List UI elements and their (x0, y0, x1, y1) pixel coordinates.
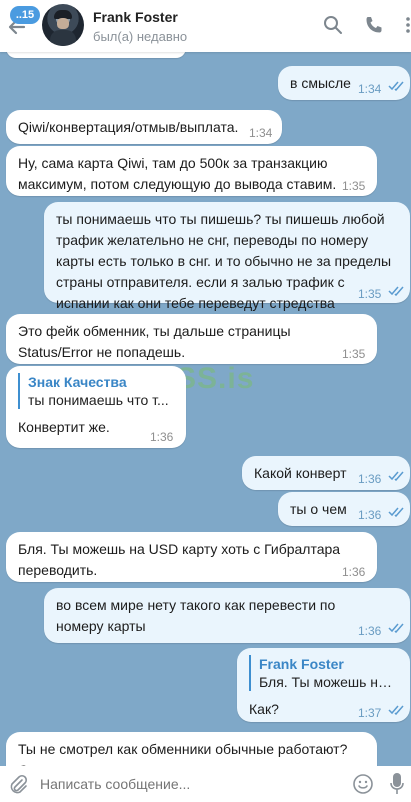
message-bubble[interactable]: в смысле 1:34 (278, 66, 410, 100)
reply-quote[interactable]: Frank Foster Бля. Ты можешь на U... (249, 655, 398, 691)
chat-header: ..15 Frank Foster был(а) недавно (0, 0, 411, 52)
message-bubble[interactable]: Это фейк обменник, ты дальше страницы St… (6, 314, 377, 364)
message-bubble[interactable]: Бля. Ты можешь на USD карту хоть с Гибра… (6, 532, 377, 582)
message-time: 1:36 (358, 472, 382, 486)
double-check-icon (388, 471, 404, 481)
message-bubble[interactable]: Qiwi/конвертация/отмыв/выплата. 1:34 (6, 110, 282, 144)
message-time: 1:35 (342, 347, 366, 361)
message-input[interactable] (40, 772, 310, 796)
message-bubble[interactable]: ты понимаешь что ты пишешь? ты пишешь лю… (44, 202, 410, 311)
message-bubble[interactable]: во всем мире нету такого как перевести п… (44, 588, 410, 643)
message-text: Ты не смотрел как обменники обычные рабо… (18, 741, 367, 766)
double-check-icon (388, 81, 404, 91)
reply-author: Знак Качества (28, 374, 127, 390)
message-bubble[interactable]: Знак Качества ты понимаешь что т... Конв… (6, 366, 186, 448)
message-text: Ну, сама карта Qiwi, там до 500к за тран… (18, 155, 337, 192)
message-time: 1:34 (358, 82, 382, 96)
message-text: во всем мире нету такого как перевести п… (56, 597, 336, 634)
reply-text: ты понимаешь что т... (28, 392, 169, 408)
message-time: 1:36 (150, 430, 174, 444)
message-text: ты понимаешь что ты пишешь? ты пишешь лю… (56, 211, 392, 311)
message-text: Бля. Ты можешь на USD карту хоть с Гибра… (18, 541, 341, 578)
double-check-icon (388, 623, 404, 633)
reply-quote[interactable]: Знак Качества ты понимаешь что т... (18, 373, 174, 409)
message-time: 1:35 (342, 179, 366, 193)
search-icon[interactable] (323, 15, 343, 35)
unread-badge: ..15 (10, 6, 40, 24)
message-composer (0, 766, 411, 802)
avatar[interactable] (42, 4, 84, 46)
reply-author: Frank Foster (259, 656, 344, 672)
reply-text: Бля. Ты можешь на U... (259, 674, 398, 690)
message-text: Это фейк обменник, ты дальше страницы St… (18, 323, 291, 360)
message-bubble[interactable]: Frank Foster Бля. Ты можешь на U... Как?… (237, 648, 410, 722)
message-time: 1:34 (249, 126, 273, 140)
message-bubble[interactable]: ты о чем 1:36 (278, 492, 410, 526)
emoji-icon[interactable] (352, 773, 374, 795)
message-bubble-partial[interactable] (6, 52, 186, 58)
message-time: 1:37 (358, 706, 382, 720)
double-check-icon (388, 286, 404, 296)
mic-icon[interactable] (390, 772, 404, 796)
message-text: в смысле (290, 75, 351, 91)
message-text: ты о чем (290, 501, 347, 517)
message-time: 1:35 (358, 287, 382, 301)
message-time: 1:36 (358, 624, 382, 638)
double-check-icon (388, 705, 404, 715)
double-check-icon (388, 507, 404, 517)
message-bubble[interactable]: Ну, сама карта Qiwi, там до 500к за тран… (6, 146, 377, 196)
message-time: 1:36 (342, 565, 366, 579)
phone-icon[interactable] (364, 15, 384, 35)
more-icon[interactable] (398, 15, 411, 35)
attach-icon[interactable] (8, 774, 28, 794)
contact-name[interactable]: Frank Foster (93, 9, 178, 25)
message-time: 1:36 (358, 508, 382, 522)
message-bubble[interactable]: Какой конверт 1:36 (242, 456, 410, 490)
message-list[interactable]: XSS.is в смысле 1:34 Qiwi/конвертация/от… (0, 52, 411, 766)
contact-status: был(а) недавно (93, 29, 188, 44)
message-text: Qiwi/конвертация/отмыв/выплата. (18, 119, 239, 135)
message-bubble[interactable]: Ты не смотрел как обменники обычные рабо… (6, 732, 377, 766)
